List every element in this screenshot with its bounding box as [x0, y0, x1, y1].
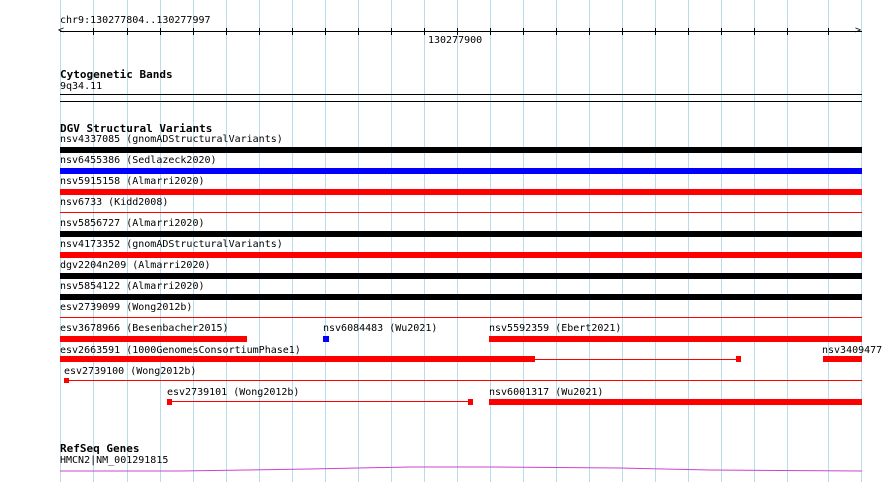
variant-intron-line[interactable] — [69, 380, 862, 381]
variant-label[interactable]: nsv5592359 (Ebert2021) — [489, 323, 621, 335]
variant-bar[interactable] — [60, 189, 862, 195]
ruler-tick — [93, 28, 94, 35]
gridline — [358, 0, 359, 482]
ruler-tick — [193, 28, 194, 35]
gridline — [754, 0, 755, 482]
ruler-tick — [721, 28, 722, 35]
variant-label[interactable]: esv2739100 (Wong2012b) — [64, 366, 196, 378]
variant-label[interactable]: esv2739099 (Wong2012b) — [60, 302, 192, 314]
variant-label[interactable]: nsv5854122 (Almarri2020) — [60, 281, 205, 293]
variant-line[interactable] — [60, 212, 862, 213]
variant-bar[interactable] — [736, 356, 741, 362]
gridline — [391, 0, 392, 482]
ruler-tick-label: 130277900 — [428, 35, 483, 46]
gridline — [424, 0, 425, 482]
ruler-tick — [160, 28, 161, 35]
ruler-tick — [325, 28, 326, 35]
gridline — [655, 0, 656, 482]
gridline — [622, 0, 623, 482]
gridline — [787, 0, 788, 482]
ruler-tick — [292, 28, 293, 35]
variant-bar[interactable] — [60, 294, 862, 300]
variant-label[interactable]: nsv6733 (Kidd2008) — [60, 197, 168, 209]
ruler-tick — [490, 28, 491, 35]
variant-label[interactable]: dgv2204n209 (Almarri2020) — [60, 260, 211, 272]
variant-bar[interactable] — [60, 231, 862, 237]
variant-label[interactable]: nsv5915158 (Almarri2020) — [60, 176, 205, 188]
variant-label[interactable]: nsv5856727 (Almarri2020) — [60, 218, 205, 230]
variant-label[interactable]: nsv6455386 (Sedlazeck2020) — [60, 155, 217, 167]
gridline — [325, 0, 326, 482]
gridline — [828, 0, 829, 482]
ruler-tick — [622, 28, 623, 35]
variant-bar[interactable] — [167, 399, 172, 405]
variant-label[interactable]: nsv6084483 (Wu2021) — [323, 323, 437, 335]
ruler-tick — [655, 28, 656, 35]
region-label: chr9:130277804..130277997 — [60, 15, 211, 26]
ruler-right-arrow: > — [855, 25, 862, 36]
ruler-tick — [424, 28, 425, 35]
ruler-tick — [358, 28, 359, 35]
ruler-tick — [226, 28, 227, 35]
variant-bar[interactable] — [60, 252, 862, 258]
cytoband-bottom-line — [60, 101, 862, 102]
variant-label[interactable]: nsv4337085 (gnomADStructuralVariants) — [60, 134, 283, 146]
gridline — [688, 0, 689, 482]
variant-bar[interactable] — [60, 147, 862, 153]
gene-model-line[interactable] — [60, 462, 862, 474]
ruler-tick — [523, 28, 524, 35]
ruler-left-arrow: < — [58, 25, 65, 36]
ruler-tick — [127, 28, 128, 35]
cytoband-label[interactable]: 9q34.11 — [60, 81, 102, 93]
gridline — [589, 0, 590, 482]
gridline — [556, 0, 557, 482]
variant-bar[interactable] — [60, 273, 862, 279]
cytoband-track-title[interactable]: Cytogenetic Bands — [60, 68, 173, 81]
variant-label[interactable]: esv3678966 (Besenbacher2015) — [60, 323, 229, 335]
refseq-track-title[interactable]: RefSeq Genes — [60, 442, 139, 455]
ruler-tick — [828, 28, 829, 35]
variant-bar[interactable] — [468, 399, 473, 405]
gridline — [292, 0, 293, 482]
variant-bar[interactable] — [60, 356, 535, 362]
genome-browser-view: chr9:130277804..130277997 < > 130277900 … — [0, 0, 890, 482]
variant-label[interactable]: esv2739101 (Wong2012b) — [167, 387, 299, 399]
ruler-tick — [787, 28, 788, 35]
ruler-tick — [556, 28, 557, 35]
gridline — [457, 0, 458, 482]
variant-bar[interactable] — [489, 399, 862, 405]
ruler-tick — [754, 28, 755, 35]
ruler-tick — [457, 28, 458, 35]
gridline — [861, 0, 862, 482]
variant-bar[interactable] — [323, 336, 329, 342]
ruler-tick — [391, 28, 392, 35]
variant-bar[interactable] — [60, 168, 862, 174]
variant-intron-line[interactable] — [535, 359, 736, 360]
variant-label[interactable]: nsv6001317 (Wu2021) — [489, 387, 603, 399]
variant-label[interactable]: nsv4173352 (gnomADStructuralVariants) — [60, 239, 283, 251]
variant-bar[interactable] — [489, 336, 862, 342]
variant-bar[interactable] — [60, 336, 247, 342]
ruler-tick — [589, 28, 590, 35]
variant-bar[interactable] — [823, 356, 862, 362]
ruler-tick — [259, 28, 260, 35]
gridline — [490, 0, 491, 482]
variant-intron-line[interactable] — [172, 401, 468, 402]
variant-line[interactable] — [60, 317, 862, 318]
cytoband-top-line — [60, 94, 862, 95]
gridline — [523, 0, 524, 482]
ruler-axis — [60, 31, 862, 32]
gridline — [721, 0, 722, 482]
ruler-tick — [688, 28, 689, 35]
